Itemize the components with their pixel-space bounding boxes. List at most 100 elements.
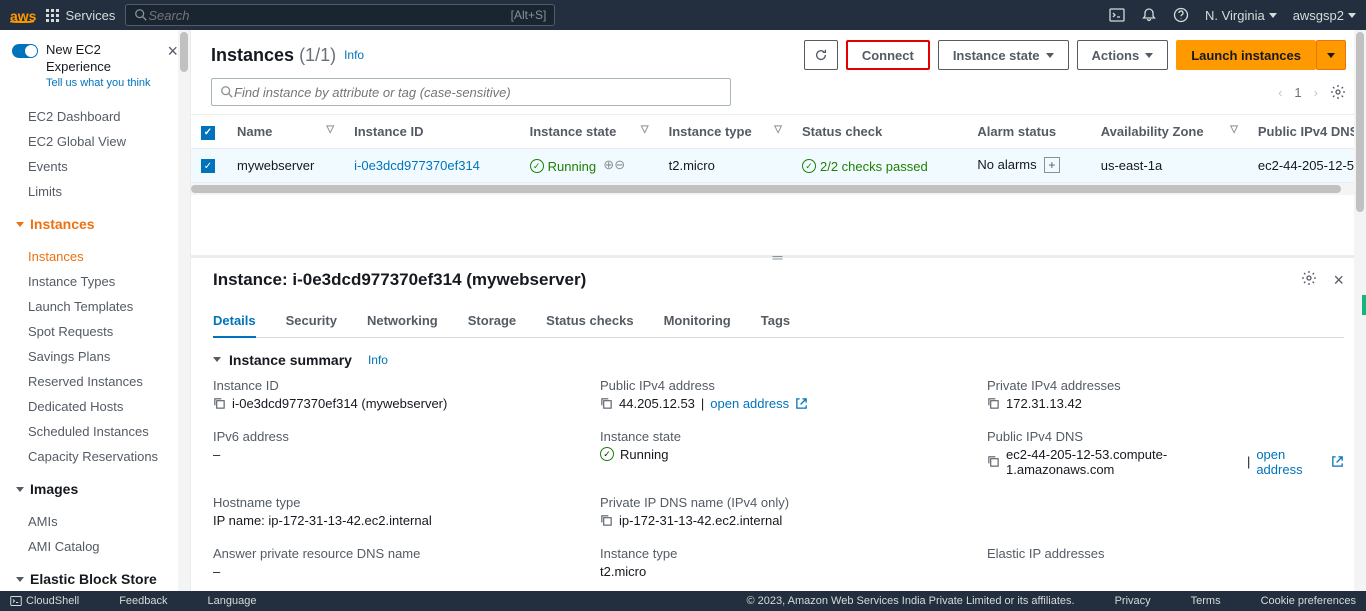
feedback-tab[interactable] <box>1362 295 1366 315</box>
col-instance-state[interactable]: Instance state▽ <box>520 115 659 148</box>
table-h-scrollbar[interactable]: ▶ <box>191 183 1366 195</box>
actions-button[interactable]: Actions <box>1077 40 1169 70</box>
filter-box[interactable] <box>211 78 731 106</box>
summary-info-link[interactable]: Info <box>368 353 388 367</box>
tab-storage[interactable]: Storage <box>468 305 516 337</box>
sidebar-ec2-dashboard[interactable]: EC2 Dashboard <box>0 104 190 129</box>
row-checkbox[interactable] <box>201 159 215 173</box>
tab-networking[interactable]: Networking <box>367 305 438 337</box>
account-menu[interactable]: awsgsp2 <box>1293 8 1356 23</box>
copy-icon[interactable] <box>987 455 1000 468</box>
table-row[interactable]: mywebserver i-0e3dcd977370ef314 ✓Running… <box>191 148 1366 182</box>
state-filter-icon[interactable]: ⊕⊖ <box>603 157 625 172</box>
copy-icon[interactable] <box>213 397 226 410</box>
field-answer-private-dns: Answer private resource DNS name – <box>213 546 570 579</box>
sidebar-events[interactable]: Events <box>0 154 190 179</box>
sidebar-capacity-reservations[interactable]: Capacity Reservations <box>0 444 190 469</box>
sidebar-instances[interactable]: Instances <box>0 244 190 269</box>
sidebar-instance-types[interactable]: Instance Types <box>0 269 190 294</box>
sidebar-dedicated-hosts[interactable]: Dedicated Hosts <box>0 394 190 419</box>
new-experience-toggle[interactable] <box>12 44 38 58</box>
detail-title: Instance: i-0e3dcd977370ef314 (mywebserv… <box>213 270 586 290</box>
field-instance-type: Instance type t2.micro <box>600 546 957 579</box>
refresh-icon <box>814 48 828 62</box>
tab-tags[interactable]: Tags <box>761 305 790 337</box>
footer: CloudShell Feedback Language © 2023, Ama… <box>0 591 1366 611</box>
filter-input[interactable] <box>234 85 722 100</box>
sidebar-limits[interactable]: Limits <box>0 179 190 204</box>
cell-instance-id[interactable]: i-0e3dcd977370ef314 <box>354 158 480 173</box>
footer-cookies[interactable]: Cookie preferences <box>1261 595 1356 607</box>
col-az[interactable]: Availability Zone▽ <box>1091 115 1248 148</box>
sidebar-head-ebs[interactable]: Elastic Block Store <box>0 565 190 591</box>
col-status-check[interactable]: Status check <box>792 115 967 148</box>
check-icon: ✓ <box>802 159 816 173</box>
instance-state-button[interactable]: Instance state <box>938 40 1069 70</box>
sidebar-scheduled-instances[interactable]: Scheduled Instances <box>0 419 190 444</box>
tab-status-checks[interactable]: Status checks <box>546 305 633 337</box>
instance-summary-heading[interactable]: Instance summary Info <box>213 352 1344 368</box>
sidebar-amis[interactable]: AMIs <box>0 509 190 534</box>
copy-icon[interactable] <box>600 514 613 527</box>
launch-instances-dropdown[interactable] <box>1316 40 1346 70</box>
tell-us-link[interactable]: Tell us what you think <box>46 76 159 90</box>
sidebar-launch-templates[interactable]: Launch Templates <box>0 294 190 319</box>
col-name[interactable]: Name▽ <box>227 115 344 148</box>
services-menu[interactable]: Services <box>46 8 115 23</box>
check-icon: ✓ <box>530 159 544 173</box>
launch-instances-button[interactable]: Launch instances <box>1176 40 1316 70</box>
cell-az: us-east-1a <box>1091 148 1248 182</box>
col-public-dns[interactable]: Public IPv4 DNS▽ <box>1248 115 1366 148</box>
region-selector[interactable]: N. Virginia <box>1205 8 1277 23</box>
open-address-link[interactable]: open address <box>710 396 789 411</box>
detail-tabs: Details Security Networking Storage Stat… <box>213 305 1344 338</box>
notifications-icon[interactable] <box>1141 7 1157 23</box>
aws-logo[interactable]: aws <box>10 8 36 23</box>
add-alarm-icon[interactable]: + <box>1044 157 1060 173</box>
tab-monitoring[interactable]: Monitoring <box>664 305 731 337</box>
detail-settings-icon[interactable] <box>1301 270 1317 291</box>
help-icon[interactable] <box>1173 7 1189 23</box>
search-icon <box>220 85 234 99</box>
tab-details[interactable]: Details <box>213 305 256 338</box>
next-page-icon[interactable]: › <box>1314 85 1318 100</box>
footer-cloudshell[interactable]: CloudShell <box>10 595 79 607</box>
connect-button[interactable]: Connect <box>846 40 930 70</box>
info-link[interactable]: Info <box>344 48 364 62</box>
select-all-checkbox[interactable] <box>201 126 215 140</box>
cell-type: t2.micro <box>659 148 792 182</box>
col-instance-type[interactable]: Instance type▽ <box>659 115 792 148</box>
cell-state: ✓Running <box>530 159 596 174</box>
footer-feedback[interactable]: Feedback <box>119 595 167 607</box>
sidebar-head-instances[interactable]: Instances <box>0 210 190 238</box>
instances-table: Name▽ Instance ID Instance state▽ Instan… <box>191 115 1366 183</box>
copy-icon[interactable] <box>987 397 1000 410</box>
chevron-down-icon <box>213 357 221 362</box>
sidebar-ec2-global-view[interactable]: EC2 Global View <box>0 129 190 154</box>
sidebar-spot-requests[interactable]: Spot Requests <box>0 319 190 344</box>
tab-security[interactable]: Security <box>286 305 337 337</box>
sidebar-savings-plans[interactable]: Savings Plans <box>0 344 190 369</box>
sidebar-head-images[interactable]: Images <box>0 475 190 503</box>
new-exp-line2: Experience <box>46 59 159 76</box>
sidebar-scrollbar[interactable] <box>178 30 190 591</box>
cloudshell-icon[interactable] <box>1109 7 1125 23</box>
copy-icon[interactable] <box>600 397 613 410</box>
prev-page-icon[interactable]: ‹ <box>1278 85 1282 100</box>
sidebar-ami-catalog[interactable]: AMI Catalog <box>0 534 190 559</box>
close-icon[interactable]: × <box>167 42 178 60</box>
detail-close-icon[interactable]: × <box>1333 270 1344 291</box>
search-input[interactable] <box>148 8 510 23</box>
page-title: Instances (1/1) <box>211 45 336 66</box>
footer-privacy[interactable]: Privacy <box>1115 595 1151 607</box>
open-address-link[interactable]: open address <box>1256 447 1325 477</box>
col-instance-id[interactable]: Instance ID <box>344 115 520 148</box>
content-area: Instances (1/1) Info Connect Instance st… <box>191 30 1366 591</box>
refresh-button[interactable] <box>804 40 838 70</box>
global-search[interactable]: [Alt+S] <box>125 4 555 26</box>
settings-icon[interactable] <box>1330 84 1346 100</box>
col-alarm-status[interactable]: Alarm status <box>967 115 1090 148</box>
footer-language[interactable]: Language <box>208 595 257 607</box>
footer-terms[interactable]: Terms <box>1191 595 1221 607</box>
sidebar-reserved-instances[interactable]: Reserved Instances <box>0 369 190 394</box>
